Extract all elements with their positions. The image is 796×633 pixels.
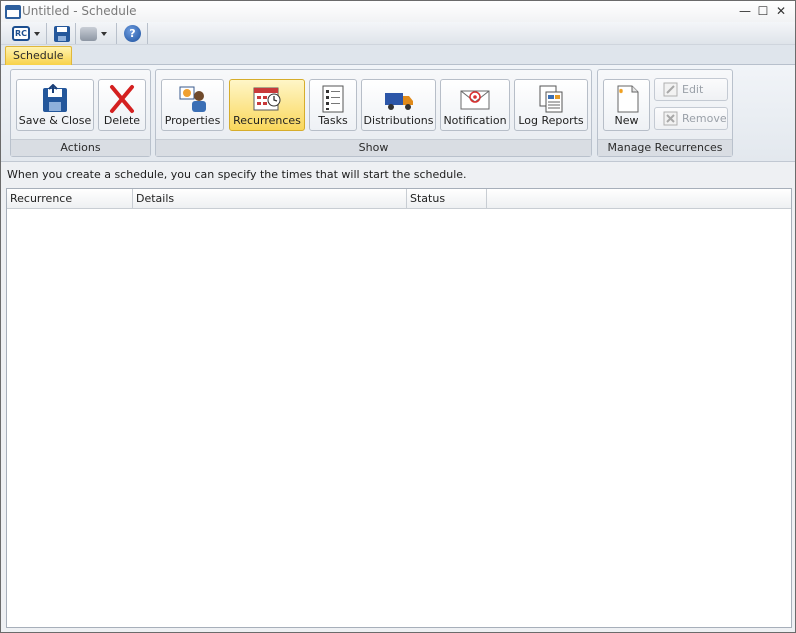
- actions-group-label: Actions: [11, 139, 150, 156]
- new-recurrence-button[interactable]: New: [603, 79, 650, 131]
- schedule-window: Untitled - Schedule — ☐ ✕ RC ? Schedule: [0, 0, 796, 633]
- chevron-down-icon: [101, 31, 107, 36]
- log-reports-label: Log Reports: [518, 114, 584, 127]
- column-header-status[interactable]: Status: [407, 189, 487, 209]
- quick-access-toolbar: RC ?: [1, 22, 795, 45]
- distributions-label: Distributions: [363, 114, 434, 127]
- edit-icon: [663, 82, 678, 97]
- tab-schedule[interactable]: Schedule: [5, 46, 72, 65]
- recurrences-calendar-icon: [253, 87, 281, 111]
- delete-x-icon: [110, 85, 134, 113]
- new-label: New: [614, 114, 639, 127]
- print-icon: [80, 26, 97, 41]
- ribbon: Save & Close Delete Actions Properties R…: [1, 65, 795, 162]
- tasks-checklist-icon: [322, 85, 344, 113]
- log-reports-button[interactable]: Log Reports: [514, 79, 588, 131]
- notification-button[interactable]: Notification: [440, 79, 510, 131]
- minimize-button[interactable]: —: [737, 3, 753, 19]
- recurrences-grid[interactable]: Recurrence Details Status: [6, 188, 792, 628]
- delete-button[interactable]: Delete: [98, 79, 146, 131]
- window-icon: [5, 5, 21, 19]
- app-menu-button[interactable]: RC: [9, 23, 47, 44]
- remove-label: Remove: [682, 112, 727, 125]
- info-text: When you create a schedule, you can spec…: [7, 168, 467, 181]
- tasks-button[interactable]: Tasks: [309, 79, 357, 131]
- recurrences-label: Recurrences: [233, 114, 301, 127]
- manage-recurrences-group-label: Manage Recurrences: [598, 139, 732, 156]
- grid-header: Recurrence Details Status: [7, 189, 791, 209]
- ribbon-tab-strip: Schedule: [1, 45, 795, 65]
- notification-label: Notification: [443, 114, 507, 127]
- log-reports-icon: [539, 85, 563, 113]
- properties-label: Properties: [164, 114, 221, 127]
- remove-recurrence-button[interactable]: Remove: [654, 107, 728, 130]
- chevron-down-icon: [34, 31, 40, 36]
- save-button[interactable]: [48, 23, 76, 44]
- notification-email-icon: [460, 90, 490, 110]
- save-close-button[interactable]: Save & Close: [16, 79, 94, 131]
- save-close-label: Save & Close: [18, 114, 92, 127]
- maximize-button[interactable]: ☐: [755, 3, 771, 19]
- window-title: Untitled - Schedule: [22, 4, 137, 18]
- properties-button[interactable]: Properties: [161, 79, 224, 131]
- close-button[interactable]: ✕: [773, 3, 789, 19]
- help-button[interactable]: ?: [118, 23, 148, 44]
- edit-label: Edit: [682, 83, 704, 96]
- rc-menu-icon: RC: [12, 26, 30, 41]
- distributions-truck-icon: [384, 93, 413, 110]
- save-icon: [53, 25, 70, 42]
- tasks-label: Tasks: [318, 114, 348, 127]
- show-group-label: Show: [156, 139, 591, 156]
- show-group: Properties Recurrences Tasks Distributio…: [155, 69, 592, 157]
- window-controls: — ☐ ✕: [737, 3, 789, 19]
- column-header-details[interactable]: Details: [133, 189, 407, 209]
- delete-label: Delete: [103, 114, 141, 127]
- recurrences-button[interactable]: Recurrences: [229, 79, 305, 131]
- title-bar: Untitled - Schedule — ☐ ✕: [1, 1, 795, 23]
- manage-recurrences-group: New Edit Remove Manage Recurrences: [597, 69, 733, 157]
- save-close-icon: [43, 84, 67, 112]
- edit-recurrence-button[interactable]: Edit: [654, 78, 728, 101]
- remove-icon: [663, 111, 678, 126]
- distributions-button[interactable]: Distributions: [361, 79, 436, 131]
- help-icon: ?: [124, 25, 141, 42]
- column-header-recurrence[interactable]: Recurrence: [7, 189, 133, 209]
- properties-icon: [179, 86, 206, 112]
- actions-group: Save & Close Delete Actions: [10, 69, 151, 157]
- print-button[interactable]: [77, 23, 117, 44]
- new-document-icon: [617, 85, 638, 113]
